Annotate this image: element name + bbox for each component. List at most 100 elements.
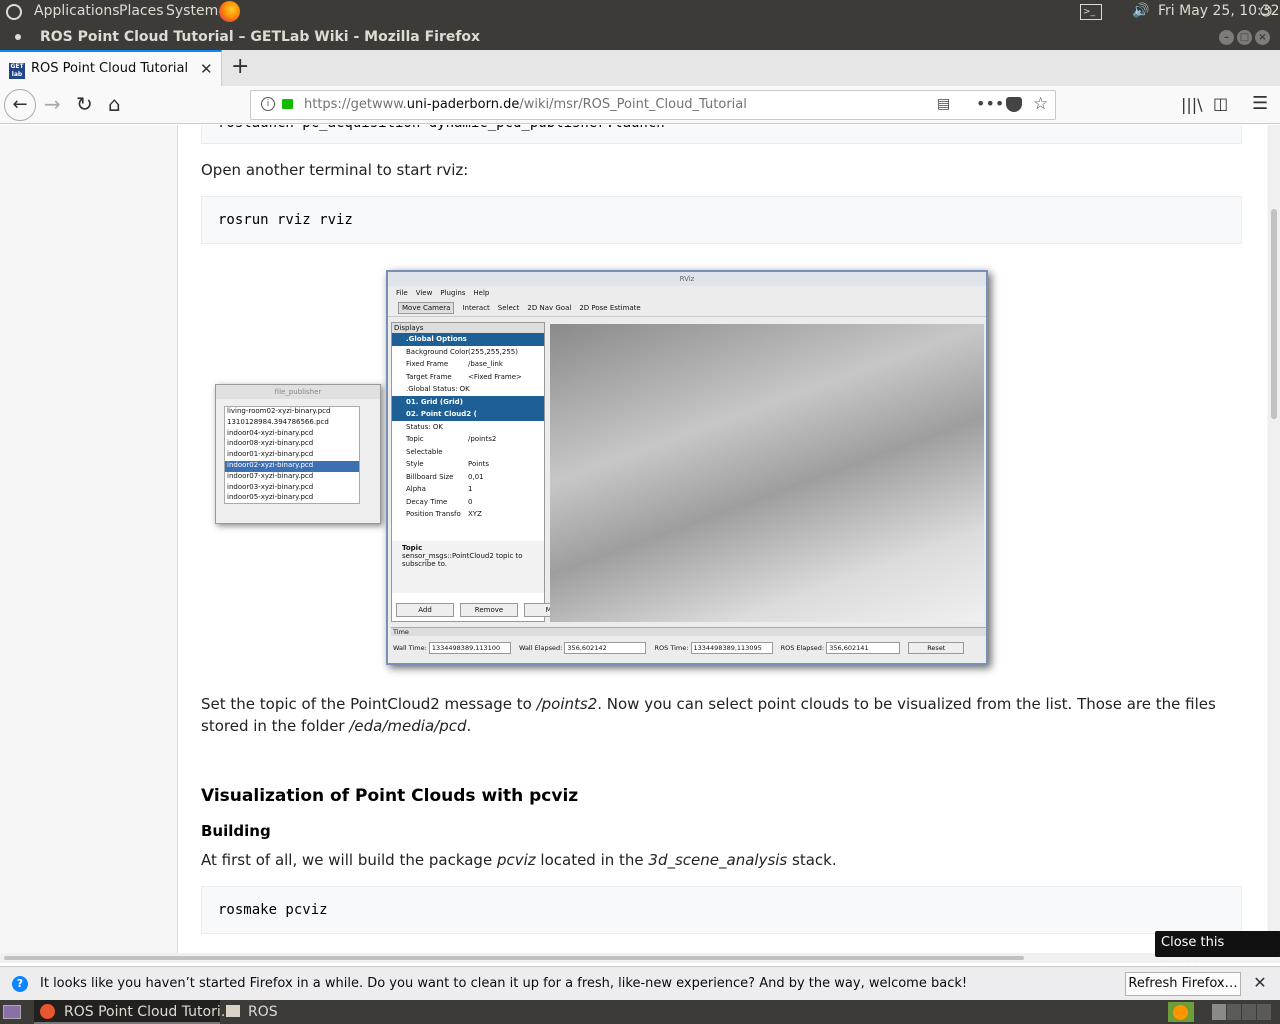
- heading-building: Building: [201, 822, 271, 840]
- getlab-favicon-icon: GET lab: [9, 63, 25, 79]
- window-menu-icon[interactable]: [15, 34, 21, 40]
- display-property-row: .Global Status: OK: [406, 385, 470, 393]
- horizontal-scrollbar-thumb[interactable]: [4, 956, 1024, 960]
- taskbar-item-ros-folder[interactable]: ROS: [222, 1000, 404, 1024]
- tab-ros-point-cloud-tutorial[interactable]: GET lab ROS Point Cloud Tutorial – ✕: [0, 50, 222, 86]
- top-panel: Applications Places System >_ 🔊 Fri May …: [0, 0, 1280, 24]
- article-body: roslaunch pc_acquisition dynamic_pcd_pub…: [177, 125, 1267, 953]
- workspace-switcher[interactable]: [1212, 1004, 1272, 1020]
- system-menu[interactable]: System: [166, 3, 218, 19]
- ros-time-label: ROS Time:: [654, 644, 689, 652]
- rviz-tool-button: 2D Nav Goal: [527, 304, 572, 312]
- paragraph-start-rviz: Open another terminal to start rviz:: [201, 161, 469, 179]
- reader-view-icon[interactable]: ▤: [937, 96, 950, 112]
- code-block-rosmake: rosmake pcviz: [201, 886, 1242, 934]
- rviz-title: RViz: [388, 272, 986, 286]
- terminal-icon[interactable]: >_: [1080, 4, 1102, 20]
- places-menu[interactable]: Places: [119, 3, 164, 19]
- home-button[interactable]: ⌂: [108, 92, 121, 116]
- file-publisher-window: file_publisher living-room02-xyzi-binary…: [215, 384, 381, 524]
- library-icon[interactable]: |||\: [1181, 95, 1203, 114]
- display-property-row: .Global Options: [392, 333, 544, 346]
- ros-elapsed-label: ROS Elapsed:: [780, 644, 825, 652]
- help-title: Topic: [402, 544, 423, 552]
- url-bar[interactable]: i https://getwww.uni-paderborn.de/wiki/m…: [250, 90, 1056, 120]
- vertical-scrollbar[interactable]: [1268, 125, 1280, 953]
- sidebar-icon[interactable]: ◫: [1213, 94, 1228, 113]
- paragraph-set-topic: Set the topic of the PointCloud2 message…: [201, 695, 1216, 735]
- vertical-scrollbar-thumb[interactable]: [1271, 209, 1277, 419]
- displays-panel: Displays .Global Options Background Color…: [391, 322, 582, 622]
- displays-panel-button: Add: [396, 603, 454, 617]
- hamburger-menu-icon[interactable]: ☰: [1252, 93, 1268, 114]
- reload-button[interactable]: ↻: [76, 92, 93, 116]
- minimize-button[interactable]: –: [1219, 30, 1234, 45]
- rviz-window: RViz File View Plugins Help Move Camera Inte…: [386, 270, 988, 665]
- close-window-button[interactable]: ×: [1255, 30, 1270, 45]
- ros-elapsed-field: 356,602141: [826, 642, 901, 654]
- rviz-screenshot-image: file_publisher living-room02-xyzi-binary…: [208, 270, 993, 668]
- tab-strip: GET lab ROS Point Cloud Tutorial – ✕ +: [0, 50, 1280, 86]
- window-titlebar: ROS Point Cloud Tutorial – GETLab Wiki -…: [0, 24, 1280, 50]
- applications-menu[interactable]: Applications: [34, 3, 120, 19]
- pcd-file-item: 1310128984.394786566.pcd: [227, 417, 329, 426]
- navigation-toolbar: ← → ↻ ⌂ i https://getwww.uni-paderborn.d…: [0, 86, 1280, 124]
- display-property-row: Status: OK: [406, 422, 443, 431]
- wall-time-label: Wall Time:: [393, 644, 427, 652]
- pcd-file-item: indoor08-xyzi-binary.pcd: [227, 439, 314, 448]
- paragraph-build-pcviz: At first of all, we will build the packa…: [201, 851, 837, 869]
- close-tab-icon[interactable]: ✕: [200, 60, 213, 78]
- url-text[interactable]: https://getwww.uni-paderborn.de/wiki/msr…: [304, 97, 747, 112]
- wall-elapsed-field: 356,602142: [564, 642, 647, 654]
- display-property-row: Position Transfo XYZ: [406, 510, 482, 518]
- volume-icon[interactable]: 🔊: [1132, 3, 1149, 19]
- display-property-row: Billboard Size 0,01: [406, 472, 484, 481]
- 3d-view-point-cloud: [550, 324, 984, 622]
- time-panel: Time Wall Time: 1334498389,113100 Wall E…: [391, 627, 986, 661]
- displays-buttons: AddRemoveMan: [396, 603, 582, 617]
- window-title: ROS Point Cloud Tutorial – GETLab Wiki -…: [40, 29, 481, 45]
- firefox-icon: [40, 1004, 55, 1019]
- close-notification-icon[interactable]: ✕: [1251, 973, 1269, 993]
- firefox-launcher-icon[interactable]: [219, 1, 240, 22]
- forward-button[interactable]: →: [44, 92, 61, 116]
- displays-tree: .Global Options Background Color(255,255,…: [392, 333, 544, 521]
- show-desktop-icon[interactable]: [3, 1005, 21, 1019]
- pcd-file-item: indoor02-xyzi-binary.pcd: [225, 460, 359, 472]
- maximize-button[interactable]: □: [1237, 30, 1252, 45]
- notification-message: It looks like you haven’t started Firefo…: [40, 976, 968, 991]
- pcd-file-item: indoor04-xyzi-binary.pcd: [227, 428, 314, 437]
- display-property-row: Fixed Frame/base_link: [406, 360, 503, 368]
- pocket-icon[interactable]: [1006, 97, 1022, 112]
- reset-button: Reset: [908, 642, 965, 654]
- rviz-menu-item: Help: [473, 289, 490, 297]
- back-button[interactable]: ←: [4, 89, 36, 121]
- site-info-icon[interactable]: i: [261, 97, 275, 111]
- tab-label: ROS Point Cloud Tutorial –: [31, 61, 191, 76]
- wall-elapsed-label: Wall Elapsed:: [518, 644, 563, 652]
- rviz-menu-item: Plugins: [440, 289, 466, 297]
- bookmark-star-icon[interactable]: ☆: [1033, 94, 1048, 114]
- rviz-tool-button: Select: [497, 304, 520, 312]
- heading-visualization: Visualization of Point Clouds with pcviz: [201, 786, 579, 806]
- power-icon[interactable]: ⏻: [1260, 2, 1272, 20]
- display-property-row: Decay Time 0: [406, 497, 473, 506]
- page-actions-icon[interactable]: •••: [976, 94, 1004, 113]
- rviz-tool-button: Interact: [462, 304, 490, 312]
- code-block-rviz: rosrun rviz rviz: [201, 196, 1242, 244]
- folder-icon: [226, 1005, 240, 1017]
- display-property-row: 01. Grid (Grid): [392, 395, 544, 408]
- horizontal-scrollbar[interactable]: [0, 953, 1280, 963]
- ubuntu-logo-icon[interactable]: [6, 4, 22, 20]
- new-tab-button[interactable]: +: [231, 54, 249, 79]
- pcd-file-item: indoor01-xyzi-binary.pcd: [227, 450, 314, 459]
- pcd-file-item: indoor07-xyzi-binary.pcd: [227, 471, 314, 480]
- taskbar-item-firefox[interactable]: ROS Point Cloud Tutori…: [34, 1000, 235, 1024]
- firefox-tray-icon[interactable]: [1173, 1005, 1188, 1020]
- display-property-row: Alpha 1: [406, 485, 473, 493]
- display-property-row: Selectable: [406, 447, 443, 456]
- refresh-firefox-button[interactable]: Refresh Firefox…: [1125, 972, 1241, 996]
- wall-time-field: 1334498389,113100: [428, 642, 511, 654]
- rviz-toolbar: Move Camera Interact Select 2D Nav Goal 2D P…: [388, 300, 986, 317]
- displays-panel-button: Remove: [460, 603, 518, 617]
